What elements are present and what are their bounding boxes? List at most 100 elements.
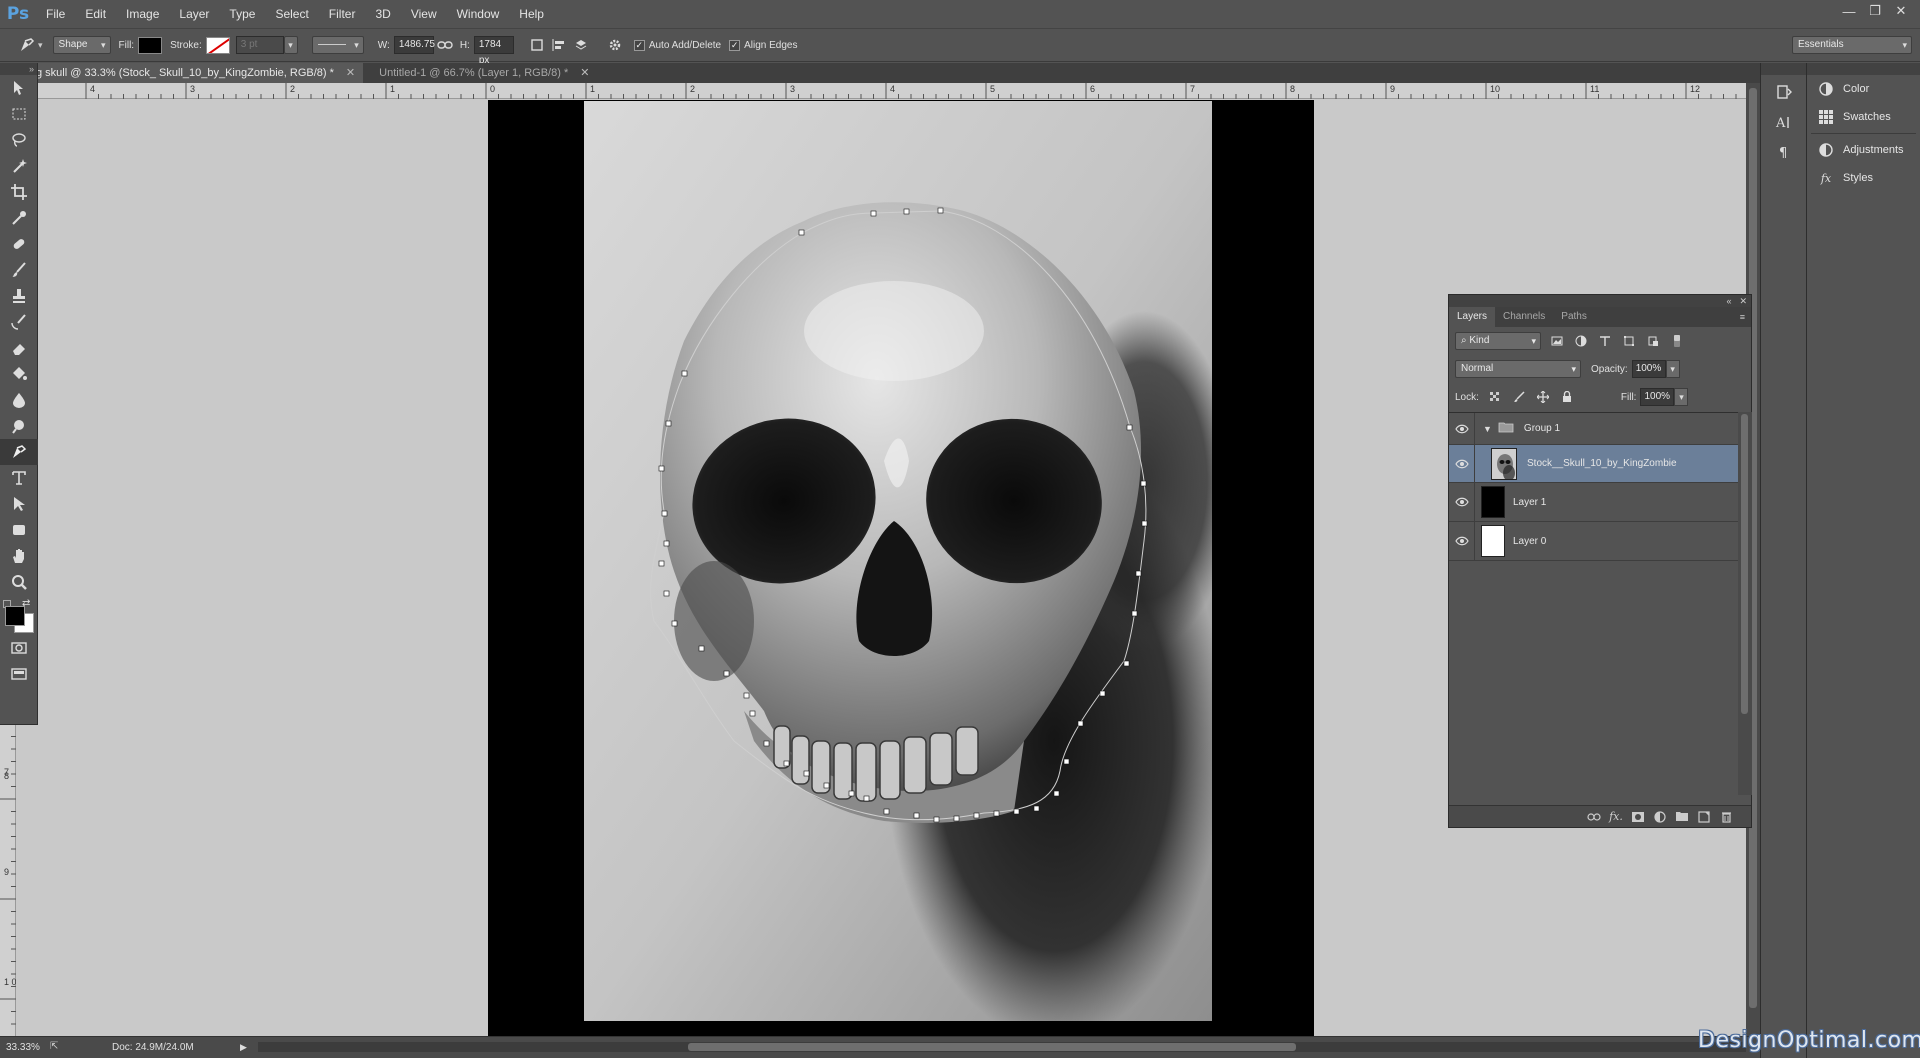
new-layer-icon[interactable] [1693,808,1715,826]
type-tool[interactable] [0,465,38,491]
path-alignment-icon[interactable] [548,34,570,56]
clone-stamp-tool[interactable] [0,283,38,309]
stroke-type-dropdown[interactable] [311,36,364,54]
layer-row-layer-0[interactable]: Layer 0 [1449,521,1738,561]
lock-all-icon[interactable] [1559,389,1575,405]
magic-wand-tool[interactable] [0,153,38,179]
zoom-tool[interactable] [0,569,38,595]
filter-type-icon[interactable] [1597,333,1613,349]
blend-mode-dropdown[interactable]: Normal [1455,360,1581,378]
filter-toggle-icon[interactable] [1669,333,1685,349]
fill-color-swatch[interactable] [138,36,163,54]
move-tool[interactable] [0,75,38,101]
opacity-slider-toggle[interactable]: ▾ [1665,360,1680,378]
link-layers-icon[interactable] [1583,808,1605,826]
tab-layers[interactable]: Layers [1449,307,1496,327]
close-icon[interactable]: ✕ [580,63,589,83]
foreground-color-swatch[interactable] [5,606,25,626]
quick-mask-tool[interactable] [0,635,38,661]
align-edges-checkbox[interactable]: ✓ Align Edges [729,39,797,51]
dock-item-color[interactable]: Color [1807,75,1920,103]
new-adjustment-layer-icon[interactable] [1649,808,1671,826]
gear-icon[interactable] [604,34,626,56]
menu-type[interactable]: Type [219,0,265,28]
marquee-tool[interactable] [0,101,38,127]
paragraph-panel-icon[interactable]: ¶ [1769,139,1799,165]
menu-file[interactable]: File [36,0,75,28]
dock-item-styles[interactable]: fx Styles [1807,164,1920,192]
close-button[interactable]: ✕ [1888,0,1914,22]
tab-paths[interactable]: Paths [1553,307,1595,327]
fill-field[interactable]: 100% [1640,388,1675,406]
collapse-icon[interactable]: « [1726,296,1731,306]
history-brush-tool[interactable] [0,309,38,335]
toolbox-header[interactable]: » [0,63,37,75]
lock-pixels-icon[interactable] [1511,389,1527,405]
share-icon[interactable]: ⇱ [50,1041,58,1052]
layers-scrollbar[interactable] [1738,412,1752,795]
crop-tool[interactable] [0,179,38,205]
panel-menu-icon[interactable]: ≡ [1734,307,1751,327]
menu-3d[interactable]: 3D [365,0,400,28]
tab-skull-document[interactable]: g skull @ 33.3% (Stock_ Skull_10_by_King… [0,63,364,83]
preset-chevron-icon[interactable]: ▾ [38,40,43,51]
auto-add-delete-checkbox[interactable]: ✓ Auto Add/Delete [633,39,721,51]
layer-row-layer-1[interactable]: Layer 1 [1449,482,1738,522]
healing-brush-tool[interactable] [0,231,38,257]
color-chips[interactable]: ⇄ [0,595,37,635]
character-panel-icon[interactable]: A [1769,109,1799,135]
screen-mode-tool[interactable] [0,661,38,687]
scrollbar-thumb[interactable] [1741,414,1748,714]
trash-icon[interactable] [1715,808,1737,826]
menu-edit[interactable]: Edit [75,0,116,28]
filter-kind-dropdown[interactable]: ⌕ Kind [1455,332,1541,350]
lasso-tool[interactable] [0,127,38,153]
zoom-level[interactable]: 33.33% [0,1042,44,1053]
eye-icon[interactable] [1449,482,1475,522]
paint-bucket-tool[interactable] [0,361,38,387]
height-field[interactable]: 1784 px [473,36,514,66]
minimize-button[interactable]: — [1836,0,1862,22]
fill-slider-toggle[interactable]: ▾ [1674,388,1689,406]
workspace-dropdown[interactable]: Essentials [1792,36,1912,54]
hand-tool[interactable] [0,543,38,569]
strip-header[interactable] [1761,63,1806,75]
dock-item-swatches[interactable]: Swatches [1807,103,1920,131]
brush-tool[interactable] [0,257,38,283]
scrollbar-thumb[interactable] [688,1043,1296,1051]
stroke-width-field[interactable]: 3 pt [235,36,284,54]
status-menu-arrow-icon[interactable]: ▶ [240,1042,247,1053]
layer-row-stock-skull[interactable]: Stock__Skull_10_by_KingZombie [1449,444,1738,483]
menu-help[interactable]: Help [509,0,554,28]
filter-adjustment-icon[interactable] [1573,333,1589,349]
close-icon[interactable]: ✕ [346,63,355,83]
eye-icon[interactable] [1449,521,1475,561]
new-group-icon[interactable] [1671,808,1693,826]
pen-tool-preset-icon[interactable] [16,34,38,56]
stroke-width-dropdown[interactable] [283,36,298,54]
restore-button[interactable]: ❐ [1862,0,1888,22]
path-arrangement-icon[interactable] [570,34,592,56]
dock-header[interactable] [1807,63,1920,75]
lock-position-icon[interactable] [1535,389,1551,405]
tab-channels[interactable]: Channels [1495,307,1553,327]
filter-shape-icon[interactable] [1621,333,1637,349]
lock-transparent-icon[interactable] [1487,389,1503,405]
width-field[interactable]: 1486.75 [393,36,435,54]
eyedropper-tool[interactable] [0,205,38,231]
menu-select[interactable]: Select [265,0,318,28]
pen-tool[interactable] [0,439,38,465]
eye-icon[interactable] [1449,412,1475,445]
stroke-color-swatch[interactable] [205,36,230,54]
add-mask-icon[interactable] [1627,808,1649,826]
dodge-tool[interactable] [0,413,38,439]
filter-pixel-icon[interactable] [1549,333,1565,349]
path-selection-tool[interactable] [0,491,38,517]
menu-image[interactable]: Image [116,0,169,28]
eye-icon[interactable] [1449,444,1475,483]
tool-mode-dropdown[interactable]: Shape [52,36,111,54]
link-icon[interactable] [434,34,456,56]
layers-panel-titlebar[interactable]: « ✕ [1449,295,1751,307]
tab-untitled-1[interactable]: Untitled-1 @ 66.7% (Layer 1, RGB/8) * ✕ [363,63,597,83]
dock-item-adjustments[interactable]: Adjustments [1807,136,1920,164]
